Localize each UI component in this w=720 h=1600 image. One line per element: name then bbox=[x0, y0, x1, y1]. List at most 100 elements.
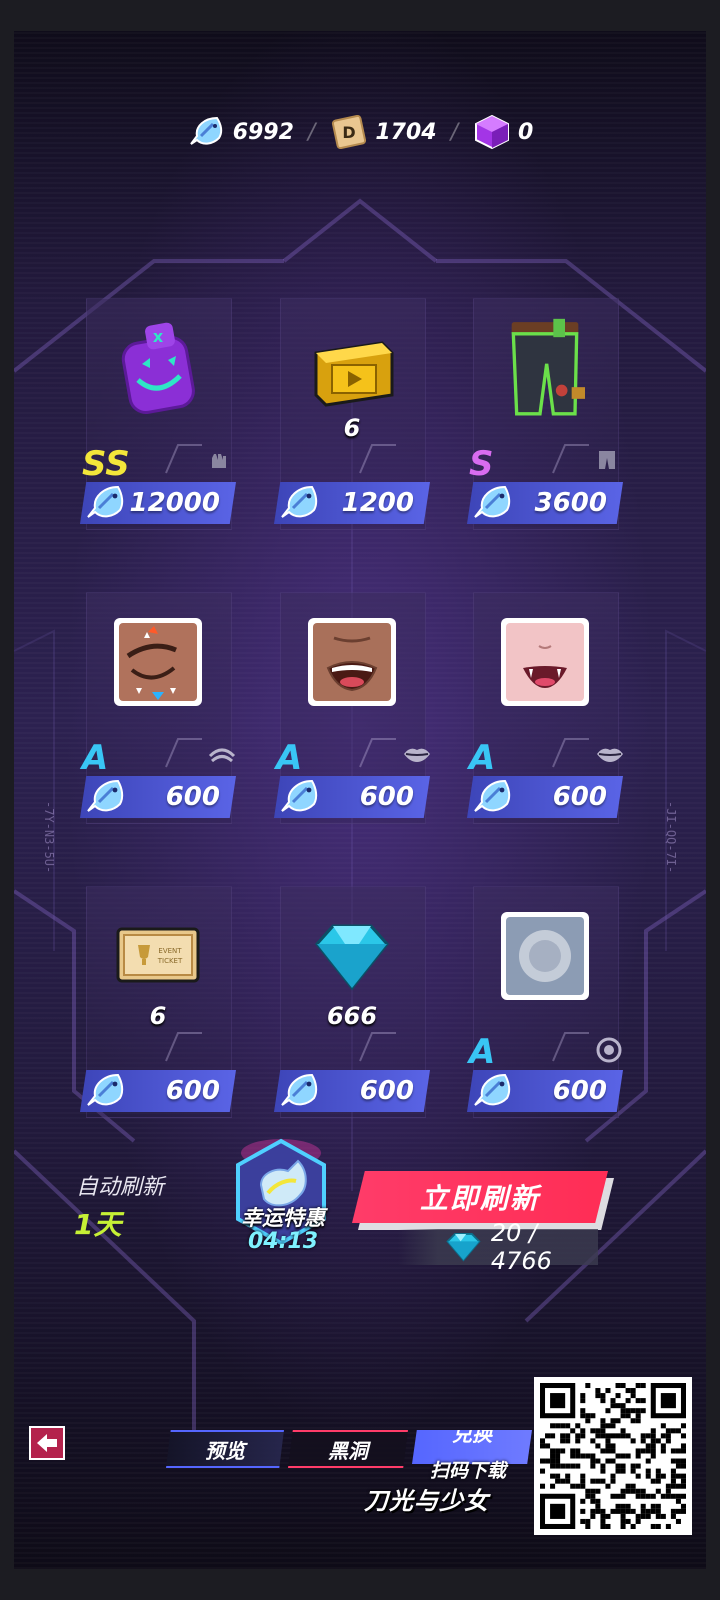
item-quantity: 666 bbox=[326, 1002, 378, 1030]
refresh-cost-value: 20 / 4766 bbox=[490, 1219, 552, 1275]
divider-slash bbox=[359, 444, 396, 474]
shop-item-card[interactable]: A 600 bbox=[274, 592, 430, 842]
item-rank: A bbox=[469, 1032, 496, 1072]
divider-slash bbox=[359, 1032, 396, 1062]
shop-item-card[interactable]: EVENT TICKET 6 600 bbox=[80, 886, 236, 1136]
tab-blackhole[interactable]: 黑洞 bbox=[288, 1430, 408, 1468]
item-rank: A bbox=[469, 738, 496, 778]
item-price: 600 bbox=[165, 1076, 220, 1106]
item-price: 600 bbox=[552, 782, 607, 812]
fish-coin-icon bbox=[474, 485, 511, 518]
cargo-pants-icon bbox=[495, 318, 595, 418]
fish-coin-icon bbox=[87, 1073, 124, 1106]
lucky-deal-title: 幸运特惠 bbox=[241, 1206, 325, 1230]
back-button[interactable] bbox=[29, 1426, 65, 1460]
shop-item-card[interactable]: 666 600 bbox=[274, 886, 430, 1136]
refresh-now-button[interactable]: 立即刷新 bbox=[352, 1171, 608, 1223]
item-rank: S bbox=[469, 444, 494, 484]
price-tag[interactable]: 3600 bbox=[467, 482, 623, 524]
fish-coin-count: 6992 bbox=[232, 119, 294, 145]
qr-code-image bbox=[540, 1383, 686, 1529]
price-tag[interactable]: 600 bbox=[274, 776, 430, 818]
event-ticket-icon: EVENT TICKET bbox=[108, 906, 208, 1006]
divider-slash bbox=[359, 738, 396, 768]
currency-d-token: D 1704 bbox=[329, 114, 437, 150]
item-price: 12000 bbox=[129, 488, 220, 518]
gold-video-box-icon bbox=[302, 318, 402, 418]
promo-title: 刀光与少女 bbox=[364, 1487, 489, 1515]
price-tag[interactable]: 600 bbox=[467, 1070, 623, 1112]
svg-text:TICKET: TICKET bbox=[157, 957, 183, 965]
currency-fish: 6992 bbox=[187, 114, 294, 150]
arrow-left-icon bbox=[37, 1434, 57, 1452]
lips-icon bbox=[595, 742, 623, 766]
purple-cube-icon bbox=[475, 114, 509, 150]
price-tag[interactable]: 600 bbox=[80, 776, 236, 818]
price-tag[interactable]: 600 bbox=[467, 776, 623, 818]
side-code-left: -7Y-N3-5U- bbox=[42, 801, 56, 874]
fish-coin-icon bbox=[281, 1073, 318, 1106]
svg-text:x: x bbox=[153, 327, 164, 346]
currency-cube: 0 bbox=[472, 113, 533, 151]
fish-coin-icon bbox=[189, 116, 222, 145]
fish-coin-icon bbox=[87, 485, 124, 518]
fish-coin-icon bbox=[281, 485, 318, 518]
item-quantity: 6 bbox=[149, 1002, 167, 1030]
tab-exchange-label: 兑换 bbox=[452, 1430, 492, 1446]
auto-refresh-label: 自动刷新 bbox=[76, 1175, 165, 1200]
divider-slash bbox=[552, 444, 589, 474]
fish-coin-icon bbox=[474, 1073, 511, 1106]
item-price: 600 bbox=[165, 782, 220, 812]
wink-eye-face-icon bbox=[108, 612, 208, 712]
item-rank: SS bbox=[82, 444, 130, 484]
item-rank: A bbox=[82, 738, 109, 778]
divider-slash bbox=[552, 738, 589, 768]
shop-item-card[interactable]: 6 1200 bbox=[274, 298, 430, 548]
lucky-deal-timer: 04:13 bbox=[247, 1229, 319, 1254]
divider-slash bbox=[165, 738, 202, 768]
price-tag[interactable]: 600 bbox=[80, 1070, 236, 1112]
eye-icon bbox=[208, 742, 236, 766]
promo-subtitle: 扫码下载 bbox=[430, 1460, 507, 1482]
shop-item-card[interactable]: S 3600 bbox=[467, 298, 623, 548]
separator: / bbox=[450, 119, 458, 145]
item-price: 1200 bbox=[341, 488, 414, 518]
fang-mouth-face-icon bbox=[495, 612, 595, 712]
fish-coin-icon bbox=[281, 779, 318, 812]
cube-count: 0 bbox=[518, 119, 534, 145]
glove-icon bbox=[208, 448, 232, 472]
price-tag[interactable]: 12000 bbox=[80, 482, 236, 524]
auto-refresh-value: 1天 bbox=[74, 1208, 122, 1241]
divider-slash bbox=[165, 1032, 202, 1062]
d-token-count: 1704 bbox=[375, 119, 437, 145]
svg-text:D: D bbox=[343, 123, 356, 142]
svg-text:EVENT: EVENT bbox=[158, 947, 182, 955]
d-token-icon: D bbox=[332, 114, 367, 150]
currency-bar: 6992 / D 1704 / 0 bbox=[14, 113, 706, 151]
item-quantity: 6 bbox=[343, 414, 361, 442]
pants-icon bbox=[595, 448, 619, 472]
blue-gem-icon bbox=[446, 1233, 481, 1262]
open-mouth-face-icon bbox=[302, 612, 402, 712]
price-tag[interactable]: 600 bbox=[274, 1070, 430, 1112]
side-code-right: -JI-QQ-7I- bbox=[664, 801, 678, 874]
pumpkin-backpack-icon: x bbox=[108, 318, 208, 418]
target-icon bbox=[595, 1036, 622, 1063]
price-tag[interactable]: 1200 bbox=[274, 482, 430, 524]
tab-preview[interactable]: 预览 bbox=[166, 1430, 284, 1468]
blue-gem-icon bbox=[302, 906, 402, 1006]
item-price: 600 bbox=[359, 1076, 414, 1106]
download-qr-code bbox=[534, 1377, 692, 1535]
divider-slash bbox=[165, 444, 202, 474]
fish-coin-icon bbox=[87, 779, 124, 812]
shop-item-card[interactable]: x SS 12000 bbox=[80, 298, 236, 548]
item-rank: A bbox=[276, 738, 303, 778]
divider-slash bbox=[552, 1032, 589, 1062]
separator: / bbox=[307, 119, 316, 145]
fish-coin-icon bbox=[474, 779, 511, 812]
shop-item-card[interactable]: A 600 bbox=[467, 592, 623, 842]
shop-item-card[interactable]: A 600 bbox=[80, 592, 236, 842]
shop-item-card[interactable]: A 600 bbox=[467, 886, 623, 1136]
item-price: 3600 bbox=[534, 488, 607, 518]
refresh-cost: 20 / 4766 bbox=[398, 1219, 598, 1275]
